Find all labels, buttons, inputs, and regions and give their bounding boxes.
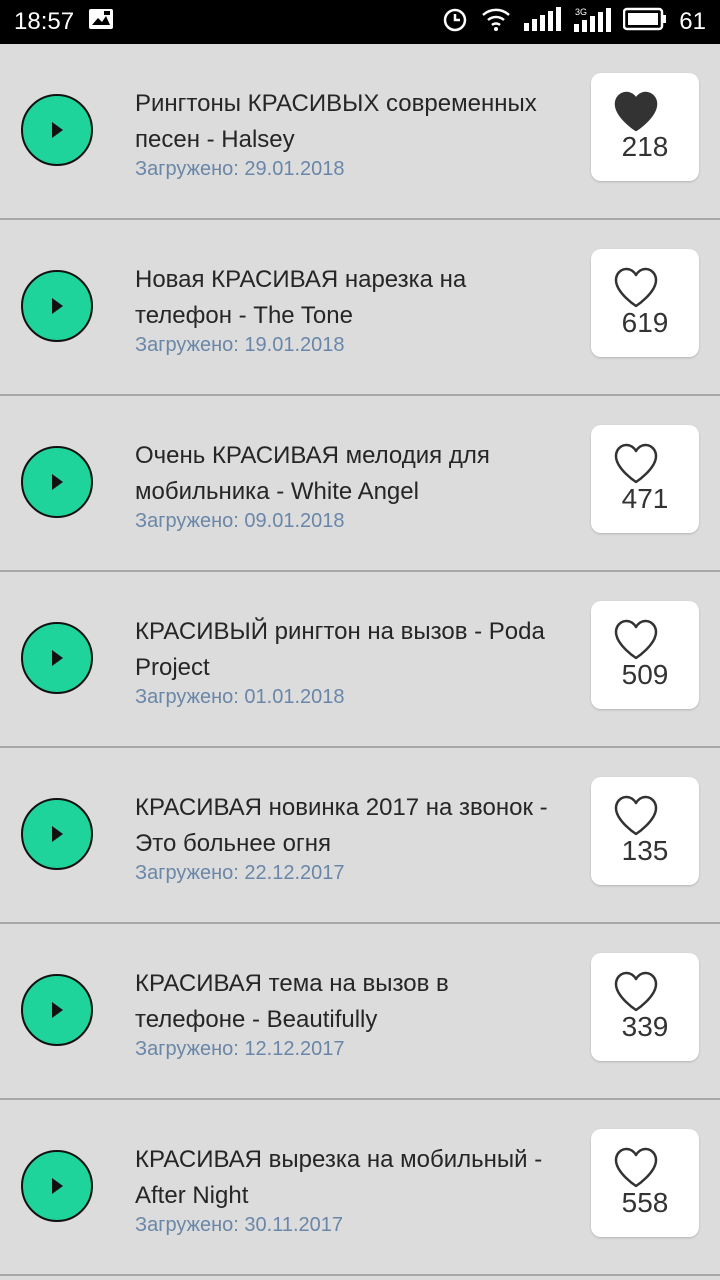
like-count: 558: [621, 1187, 669, 1218]
signal-icon: [523, 6, 562, 38]
like-button[interactable]: 619: [591, 249, 699, 357]
like-count: 218: [621, 131, 669, 162]
ringtone-title[interactable]: Новая КРАСИВАЯ нарезка на телефон - The …: [135, 262, 565, 334]
alarm-icon: [441, 5, 469, 40]
ringtone-title[interactable]: Рингтоны КРАСИВЫХ современных песен - Ha…: [135, 86, 565, 158]
list-item[interactable]: КРАСИВАЯ вырезка на мобильный - After Ni…: [0, 1100, 720, 1276]
ringtone-list: Рингтоны КРАСИВЫХ современных песен - Ha…: [0, 44, 720, 1276]
like-count: 339: [621, 1011, 669, 1042]
ringtone-title[interactable]: КРАСИВАЯ вырезка на мобильный - After Ni…: [135, 1142, 565, 1214]
list-item[interactable]: КРАСИВАЯ новинка 2017 на звонок - Это бо…: [0, 748, 720, 924]
like-button[interactable]: 135: [591, 777, 699, 885]
heart-outline-icon: [614, 795, 658, 836]
upload-date: Загружено: 12.12.2017: [135, 1038, 345, 1060]
list-item[interactable]: Очень КРАСИВАЯ мелодия для мобильника - …: [0, 396, 720, 572]
upload-date: Загружено: 09.01.2018: [135, 510, 345, 532]
play-icon: [52, 122, 63, 138]
heart-outline-icon: [614, 1147, 658, 1188]
svg-text:3G: 3G: [575, 7, 587, 17]
wifi-icon: [481, 6, 511, 39]
upload-date: Загружено: 29.01.2018: [135, 158, 345, 180]
upload-date: Загружено: 22.12.2017: [135, 862, 345, 884]
like-count: 135: [621, 835, 669, 866]
heart-outline-icon: [614, 619, 658, 660]
upload-date: Загружено: 01.01.2018: [135, 686, 345, 708]
like-button[interactable]: 509: [591, 601, 699, 709]
like-button[interactable]: 218: [591, 73, 699, 181]
play-icon: [52, 1178, 63, 1194]
play-button[interactable]: [21, 974, 93, 1046]
like-button[interactable]: 558: [591, 1129, 699, 1237]
heart-filled-icon: [614, 91, 658, 132]
play-button[interactable]: [21, 270, 93, 342]
heart-outline-icon: [614, 267, 658, 308]
play-button[interactable]: [21, 622, 93, 694]
list-item[interactable]: Новая КРАСИВАЯ нарезка на телефон - The …: [0, 220, 720, 396]
upload-date: Загружено: 19.01.2018: [135, 334, 345, 356]
play-button[interactable]: [21, 94, 93, 166]
list-item[interactable]: Рингтоны КРАСИВЫХ современных песен - Ha…: [0, 44, 720, 220]
heart-outline-icon: [614, 971, 658, 1012]
play-button[interactable]: [21, 446, 93, 518]
screenshot-notification-icon: [88, 8, 114, 37]
status-bar: 18:57 3G 61: [0, 0, 720, 44]
status-time: 18:57: [14, 8, 75, 35]
list-item[interactable]: КРАСИВЫЙ рингтон на вызов - Poda Project…: [0, 572, 720, 748]
like-button[interactable]: 339: [591, 953, 699, 1061]
battery-level: 61: [679, 8, 706, 35]
like-count: 471: [621, 483, 669, 514]
play-icon: [52, 1002, 63, 1018]
upload-date: Загружено: 30.11.2017: [135, 1214, 344, 1236]
play-icon: [52, 298, 63, 314]
play-icon: [52, 650, 63, 666]
play-icon: [52, 474, 63, 490]
ringtone-title[interactable]: Очень КРАСИВАЯ мелодия для мобильника - …: [135, 438, 565, 510]
like-count: 619: [621, 307, 669, 338]
list-item[interactable]: КРАСИВАЯ тема на вызов в телефоне - Beau…: [0, 924, 720, 1100]
like-count: 509: [621, 659, 669, 690]
play-icon: [52, 826, 63, 842]
ringtone-title[interactable]: КРАСИВАЯ тема на вызов в телефоне - Beau…: [135, 966, 565, 1038]
like-button[interactable]: 471: [591, 425, 699, 533]
ringtone-title[interactable]: КРАСИВАЯ новинка 2017 на звонок - Это бо…: [135, 790, 565, 862]
play-button[interactable]: [21, 798, 93, 870]
ringtone-title[interactable]: КРАСИВЫЙ рингтон на вызов - Poda Project: [135, 614, 565, 686]
battery-icon: [623, 7, 667, 38]
heart-outline-icon: [614, 443, 658, 484]
play-button[interactable]: [21, 1150, 93, 1222]
signal-3g-icon: 3G: [573, 6, 612, 39]
